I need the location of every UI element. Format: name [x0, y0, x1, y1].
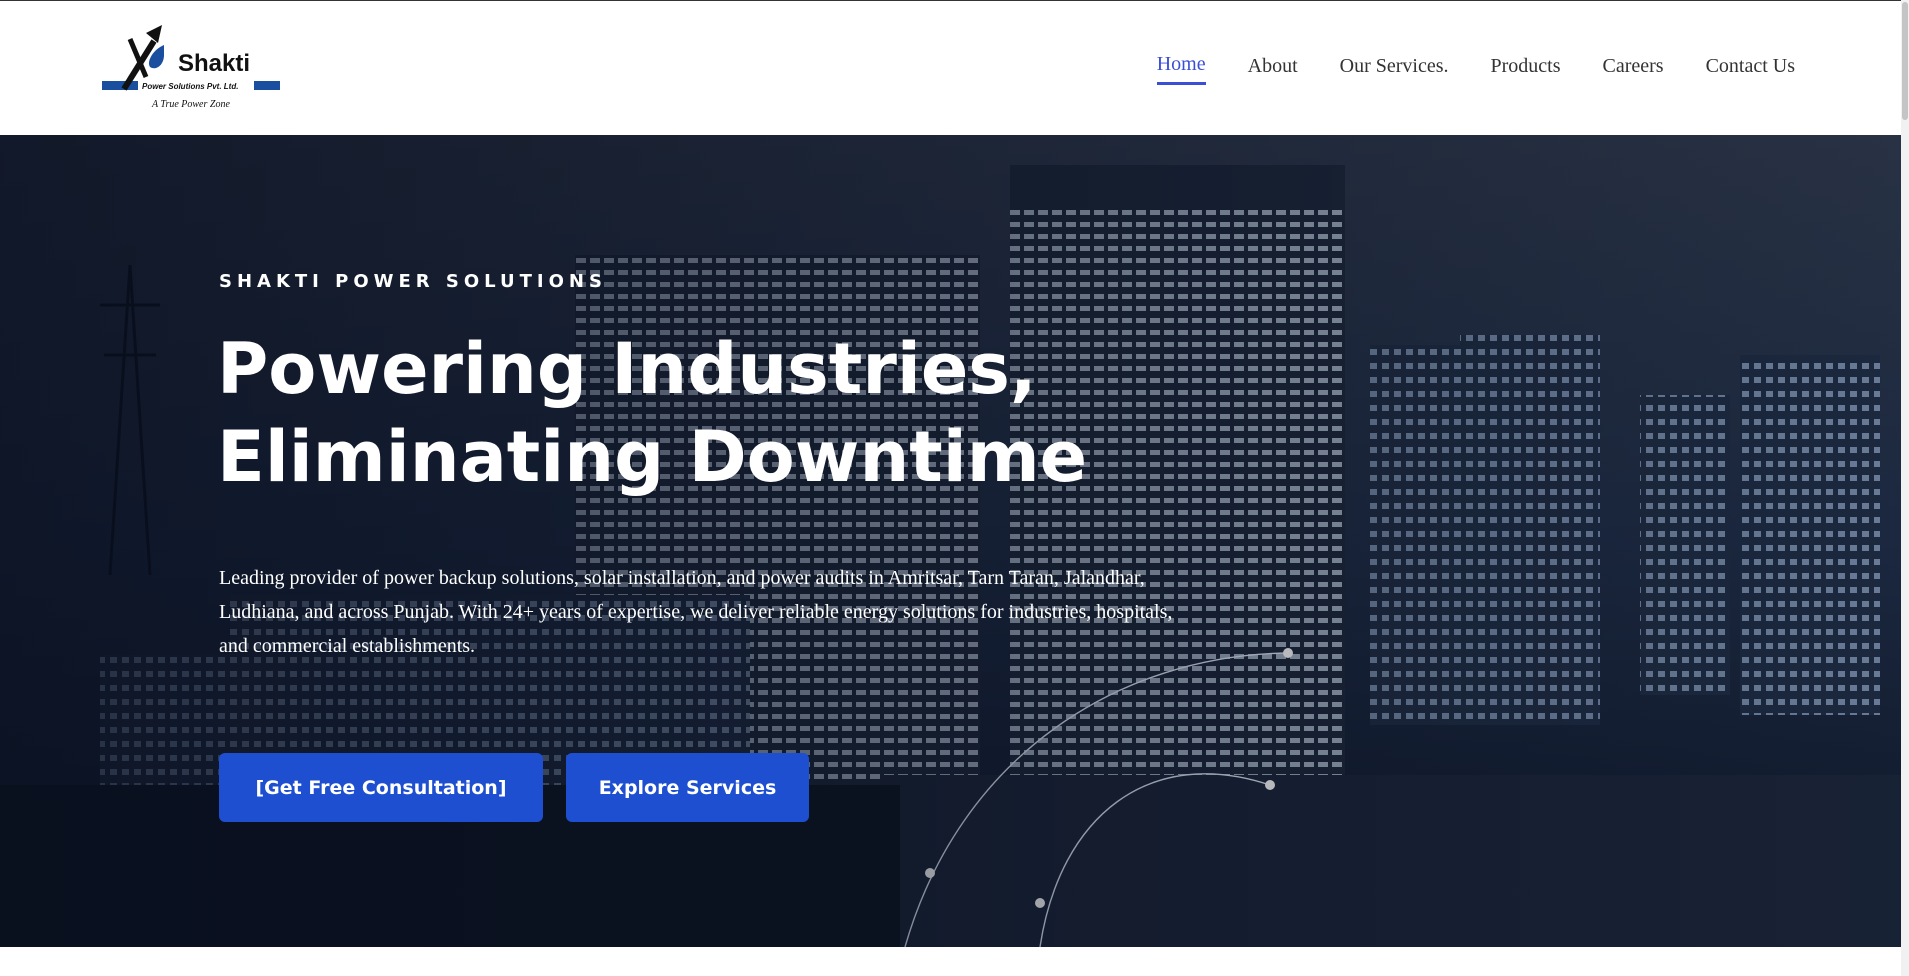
- hero-section: SHAKTI POWER SOLUTIONS Powering Industri…: [0, 135, 1901, 947]
- next-section-edge: [0, 947, 1901, 976]
- company-logo[interactable]: Shakti Power Solutions Pvt. Ltd. A True …: [102, 19, 282, 115]
- site-header: Shakti Power Solutions Pvt. Ltd. A True …: [0, 1, 1901, 135]
- hero-headline: Powering Industries, Eliminating Downtim…: [217, 325, 1117, 501]
- hero-overlay: [0, 135, 1901, 947]
- hero-eyebrow: SHAKTI POWER SOLUTIONS: [219, 271, 607, 292]
- hero-description: Leading provider of power backup solutio…: [219, 567, 1173, 657]
- nav-home[interactable]: Home: [1156, 53, 1206, 85]
- brand-name: Shakti: [178, 50, 250, 77]
- headline-line-2: Eliminating Downtime: [217, 416, 1088, 498]
- vertical-scrollbar[interactable]: [1901, 0, 1909, 976]
- brand-tagline: A True Power Zone: [151, 99, 230, 110]
- main-nav: Home About Our Services. Products Career…: [1156, 53, 1795, 85]
- nav-products[interactable]: Products: [1490, 55, 1560, 84]
- logo-mark-icon: Shakti Power Solutions Pvt. Ltd. A True …: [102, 25, 280, 110]
- scrollbar-thumb[interactable]: [1902, 2, 1908, 120]
- nav-about[interactable]: About: [1248, 55, 1298, 84]
- explore-services-button[interactable]: Explore Services: [566, 753, 809, 822]
- nav-our-services[interactable]: Our Services.: [1340, 55, 1449, 84]
- brand-subtitle: Power Solutions Pvt. Ltd.: [142, 82, 238, 91]
- nav-contact-us[interactable]: Contact Us: [1706, 55, 1795, 84]
- page: Shakti Power Solutions Pvt. Ltd. A True …: [0, 0, 1901, 976]
- nav-careers[interactable]: Careers: [1602, 55, 1663, 84]
- headline-line-1: Powering Industries,: [217, 328, 1037, 410]
- get-free-consultation-button[interactable]: [Get Free Consultation]: [219, 753, 543, 822]
